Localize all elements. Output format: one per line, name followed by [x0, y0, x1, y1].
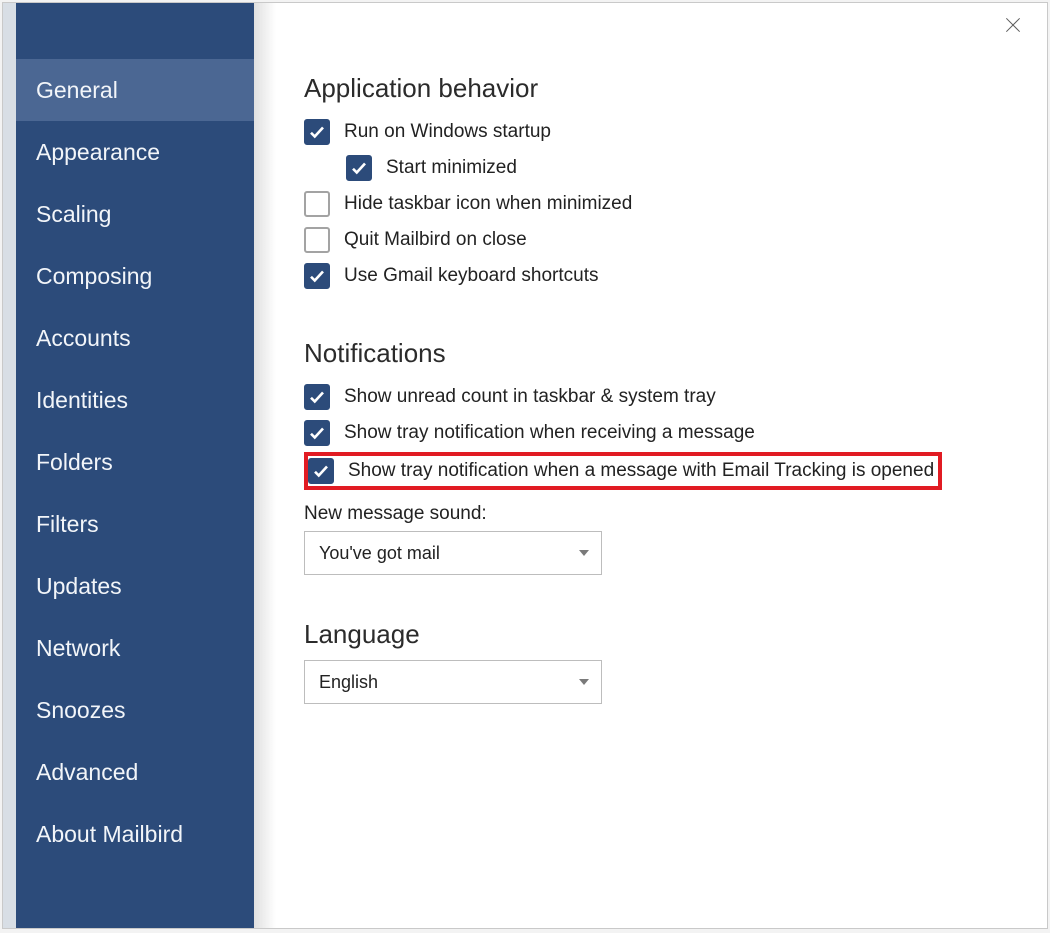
section-language: Language English: [304, 619, 1019, 704]
checkbox-tray-on-tracking-open[interactable]: [308, 458, 334, 484]
sidebar-item-label: Folders: [36, 449, 113, 476]
option-label: Hide taskbar icon when minimized: [344, 193, 632, 215]
sidebar-item-label: Composing: [36, 263, 152, 290]
sidebar-shadow: [254, 3, 276, 928]
sidebar-item-identities[interactable]: Identities: [16, 369, 254, 431]
option-label: Show tray notification when a message wi…: [348, 460, 934, 482]
sidebar-item-network[interactable]: Network: [16, 617, 254, 679]
option-row: Show unread count in taskbar & system tr…: [304, 379, 1019, 415]
sidebar-item-label: Filters: [36, 511, 99, 538]
sound-select[interactable]: You've got mail: [304, 531, 602, 575]
section-title: Application behavior: [304, 73, 1019, 104]
content-pane: Application behavior Run on Windows star…: [276, 3, 1047, 928]
check-icon: [350, 159, 368, 177]
sound-field-label: New message sound:: [304, 503, 1019, 525]
option-label: Use Gmail keyboard shortcuts: [344, 265, 599, 287]
sidebar-item-label: Identities: [36, 387, 128, 414]
sidebar-item-label: Snoozes: [36, 697, 126, 724]
sidebar-item-label: Advanced: [36, 759, 138, 786]
sidebar-item-about[interactable]: About Mailbird: [16, 803, 254, 865]
sidebar-item-snoozes[interactable]: Snoozes: [16, 679, 254, 741]
highlighted-option: Show tray notification when a message wi…: [304, 452, 942, 490]
checkbox-gmail-shortcuts[interactable]: [304, 263, 330, 289]
sidebar-item-label: Network: [36, 635, 120, 662]
section-notifications: Notifications Show unread count in taskb…: [304, 338, 1019, 575]
option-row: Hide taskbar icon when minimized: [304, 186, 1019, 222]
section-title: Language: [304, 619, 1019, 650]
chevron-down-icon: [579, 679, 589, 685]
sidebar-item-appearance[interactable]: Appearance: [16, 121, 254, 183]
select-value: You've got mail: [319, 543, 440, 564]
section-application-behavior: Application behavior Run on Windows star…: [304, 73, 1019, 294]
sidebar: General Appearance Scaling Composing Acc…: [16, 3, 254, 928]
close-icon: [1003, 15, 1023, 35]
sidebar-item-filters[interactable]: Filters: [16, 493, 254, 555]
option-label: Show unread count in taskbar & system tr…: [344, 386, 716, 408]
sidebar-item-label: Scaling: [36, 201, 111, 228]
option-label: Quit Mailbird on close: [344, 229, 527, 251]
sidebar-item-label: Updates: [36, 573, 122, 600]
checkbox-quit-on-close[interactable]: [304, 227, 330, 253]
settings-window: General Appearance Scaling Composing Acc…: [2, 2, 1048, 929]
sidebar-item-label: Appearance: [36, 139, 160, 166]
option-row: Use Gmail keyboard shortcuts: [304, 258, 1019, 294]
option-row: Show tray notification when a message wi…: [308, 458, 934, 484]
sidebar-item-general[interactable]: General: [16, 59, 254, 121]
sidebar-item-label: About Mailbird: [36, 821, 183, 848]
close-button[interactable]: [1003, 15, 1031, 43]
checkbox-run-on-startup[interactable]: [304, 119, 330, 145]
check-icon: [312, 462, 330, 480]
option-row: Quit Mailbird on close: [304, 222, 1019, 258]
check-icon: [308, 267, 326, 285]
sidebar-item-label: General: [36, 77, 118, 104]
option-row: Run on Windows startup: [304, 114, 1019, 150]
sidebar-item-folders[interactable]: Folders: [16, 431, 254, 493]
sidebar-item-label: Accounts: [36, 325, 131, 352]
option-row: Show tray notification when receiving a …: [304, 415, 1019, 451]
outer-strip: [3, 3, 16, 928]
option-label: Run on Windows startup: [344, 121, 551, 143]
check-icon: [308, 388, 326, 406]
checkbox-unread-count[interactable]: [304, 384, 330, 410]
option-label: Show tray notification when receiving a …: [344, 422, 755, 444]
sidebar-item-scaling[interactable]: Scaling: [16, 183, 254, 245]
checkbox-hide-taskbar-icon[interactable]: [304, 191, 330, 217]
language-select[interactable]: English: [304, 660, 602, 704]
section-title: Notifications: [304, 338, 1019, 369]
sidebar-item-updates[interactable]: Updates: [16, 555, 254, 617]
sidebar-item-accounts[interactable]: Accounts: [16, 307, 254, 369]
option-row: Start minimized: [304, 150, 1019, 186]
check-icon: [308, 123, 326, 141]
checkbox-tray-on-receive[interactable]: [304, 420, 330, 446]
sidebar-item-composing[interactable]: Composing: [16, 245, 254, 307]
checkbox-start-minimized[interactable]: [346, 155, 372, 181]
sidebar-item-advanced[interactable]: Advanced: [16, 741, 254, 803]
chevron-down-icon: [579, 550, 589, 556]
option-label: Start minimized: [386, 157, 517, 179]
select-value: English: [319, 672, 378, 693]
check-icon: [308, 424, 326, 442]
